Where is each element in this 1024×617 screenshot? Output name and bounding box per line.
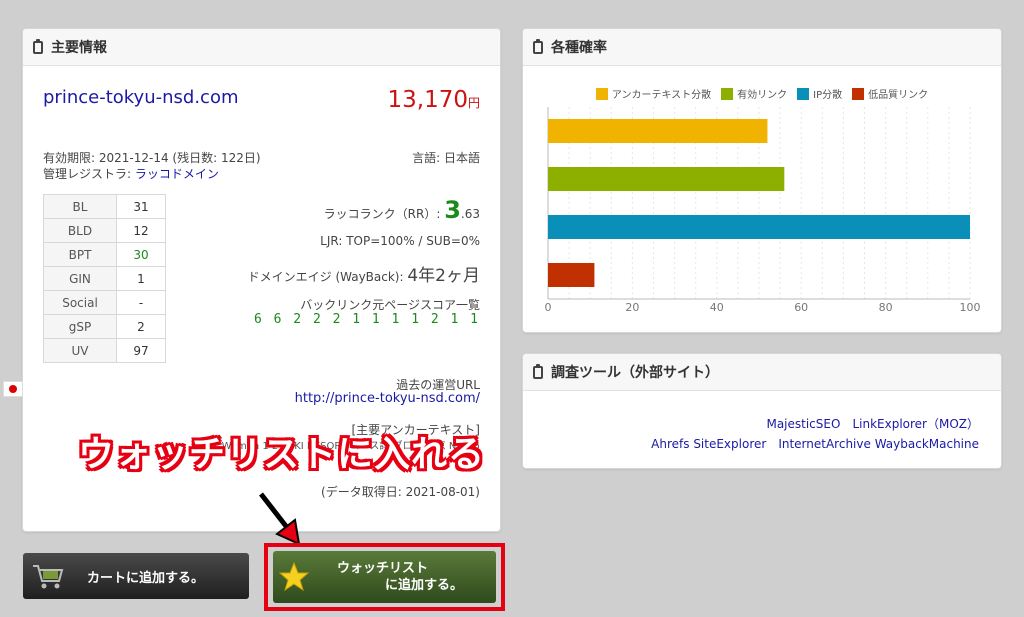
- rakko-rank-int: 3: [444, 196, 461, 224]
- domain-name[interactable]: prince-tokyu-nsd.com: [43, 87, 239, 108]
- main-info-header: 主要情報: [23, 29, 500, 66]
- registrar-label: 管理レジストラ:: [43, 167, 135, 181]
- metric-key: BLD: [43, 218, 117, 243]
- cart-icon: [33, 565, 64, 589]
- watchlist-label-line2: に追加する。: [385, 578, 464, 593]
- x-tick-label: 100: [960, 301, 981, 314]
- price-value: 13,170: [387, 87, 468, 113]
- x-tick-label: 0: [545, 301, 552, 314]
- x-tick-label: 20: [625, 301, 639, 314]
- x-tick-label: 40: [710, 301, 724, 314]
- metrics-row: gSP 2: [43, 314, 166, 339]
- add-to-watchlist-label: ウォッチリスト に追加する。: [337, 560, 463, 594]
- metric-value: -: [116, 290, 166, 315]
- clipboard-icon: [33, 38, 43, 54]
- metric-value: 97: [116, 338, 166, 363]
- main-info-title: 主要情報: [51, 40, 107, 56]
- watchlist-callout-text: ウォッチリストに入れる: [78, 434, 486, 475]
- metrics-row: BPT 30: [43, 242, 166, 267]
- watchlist-label-line1: ウォッチリスト: [337, 561, 429, 576]
- price: 13,170円: [388, 87, 481, 113]
- chart-bar: [548, 215, 970, 239]
- metrics-table: BL 31 BLD 12 BPT 30 GIN 1 Social - gSP 2 UV 97: [43, 194, 166, 363]
- japan-flag-icon: [3, 381, 23, 397]
- expiry-text: 有効期限: 2021-12-14 (残日数: 122日): [43, 151, 261, 165]
- metrics-row: BL 31: [43, 194, 166, 219]
- domain-age: ドメインエイジ (WayBack): 4年2ヶ月: [248, 261, 480, 286]
- metric-value: 12: [116, 218, 166, 243]
- registrar-link[interactable]: ラッコドメイン: [135, 167, 219, 181]
- ljr-text: LJR: TOP=100% / SUB=0%: [320, 234, 480, 248]
- add-to-watchlist-button[interactable]: ウォッチリスト に追加する。: [273, 551, 496, 603]
- tool-link-wayback[interactable]: InternetArchive WaybackMachine: [778, 437, 979, 451]
- rakko-rank: ラッコランク（RR）: 3.63: [324, 196, 480, 224]
- clipboard-icon: [533, 363, 543, 379]
- domain-age-label: ドメインエイジ (WayBack):: [247, 270, 408, 284]
- tools-links: MajesticSEO LinkExplorer（MOZ） Ahrefs Site…: [639, 414, 979, 454]
- past-url-link[interactable]: http://prince-tokyu-nsd.com/: [295, 391, 480, 406]
- tool-link-ahrefs[interactable]: Ahrefs SiteExplorer: [651, 437, 766, 451]
- callout-arrow-icon: [259, 492, 301, 546]
- backlink-scores: 6 6 2 2 2 1 1 1 1 2 1 1: [253, 312, 480, 327]
- tools-row-2: Ahrefs SiteExplorer InternetArchive Wayba…: [639, 434, 979, 454]
- metric-key: gSP: [43, 314, 117, 339]
- rakko-rank-dec: .63: [460, 207, 480, 221]
- data-date: (データ取得日: 2021-08-01): [321, 485, 480, 499]
- x-tick-label: 60: [794, 301, 808, 314]
- chart-bar: [548, 263, 595, 287]
- tools-header: 調査ツール（外部サイト）: [523, 354, 1001, 391]
- probability-panel: 各種確率 アンカーテキスト分散 有効リンク IP分散 低品質リンク 0 20 40 60 80…: [522, 28, 1002, 333]
- metrics-row: GIN 1: [43, 266, 166, 291]
- tool-link-majesticseo[interactable]: MajesticSEO: [766, 417, 840, 431]
- language-text: 言語: 日本語: [412, 151, 480, 165]
- metrics-row: Social -: [43, 290, 166, 315]
- metrics-row: UV 97: [43, 338, 166, 363]
- metric-value: 2: [116, 314, 166, 339]
- chart-bar: [548, 167, 785, 191]
- domain-age-value: 4年2ヶ月: [407, 266, 480, 286]
- metric-key: BL: [43, 194, 117, 219]
- add-to-cart-label: カートに追加する。: [87, 570, 205, 586]
- metric-value: 1: [116, 266, 166, 291]
- tools-panel: 調査ツール（外部サイト） MajesticSEO LinkExplorer（MOZ…: [522, 353, 1002, 469]
- probability-chart: 0 20 40 60 80 100: [545, 107, 981, 314]
- metric-key: UV: [43, 338, 117, 363]
- add-to-cart-button[interactable]: カートに追加する。: [23, 553, 249, 599]
- rakko-rank-label: ラッコランク（RR）:: [323, 207, 445, 221]
- registrar: 管理レジストラ: ラッコドメイン: [43, 165, 219, 182]
- tools-row-1: MajesticSEO LinkExplorer（MOZ）: [639, 414, 979, 434]
- metric-value: 30: [116, 242, 166, 267]
- metric-key: Social: [43, 290, 117, 315]
- metrics-row: BLD 12: [43, 218, 166, 243]
- tools-title: 調査ツール（外部サイト）: [551, 365, 719, 381]
- tool-link-linkexplorer[interactable]: LinkExplorer（MOZ）: [852, 417, 979, 431]
- star-icon: [279, 562, 309, 592]
- metric-value: 31: [116, 194, 166, 219]
- chart-bar: [548, 119, 768, 143]
- price-unit: 円: [467, 96, 480, 110]
- metric-key: GIN: [43, 266, 117, 291]
- metric-key: BPT: [43, 242, 117, 267]
- x-tick-label: 80: [879, 301, 893, 314]
- backlink-score-label: バックリンク元ページスコア一覧: [300, 298, 480, 312]
